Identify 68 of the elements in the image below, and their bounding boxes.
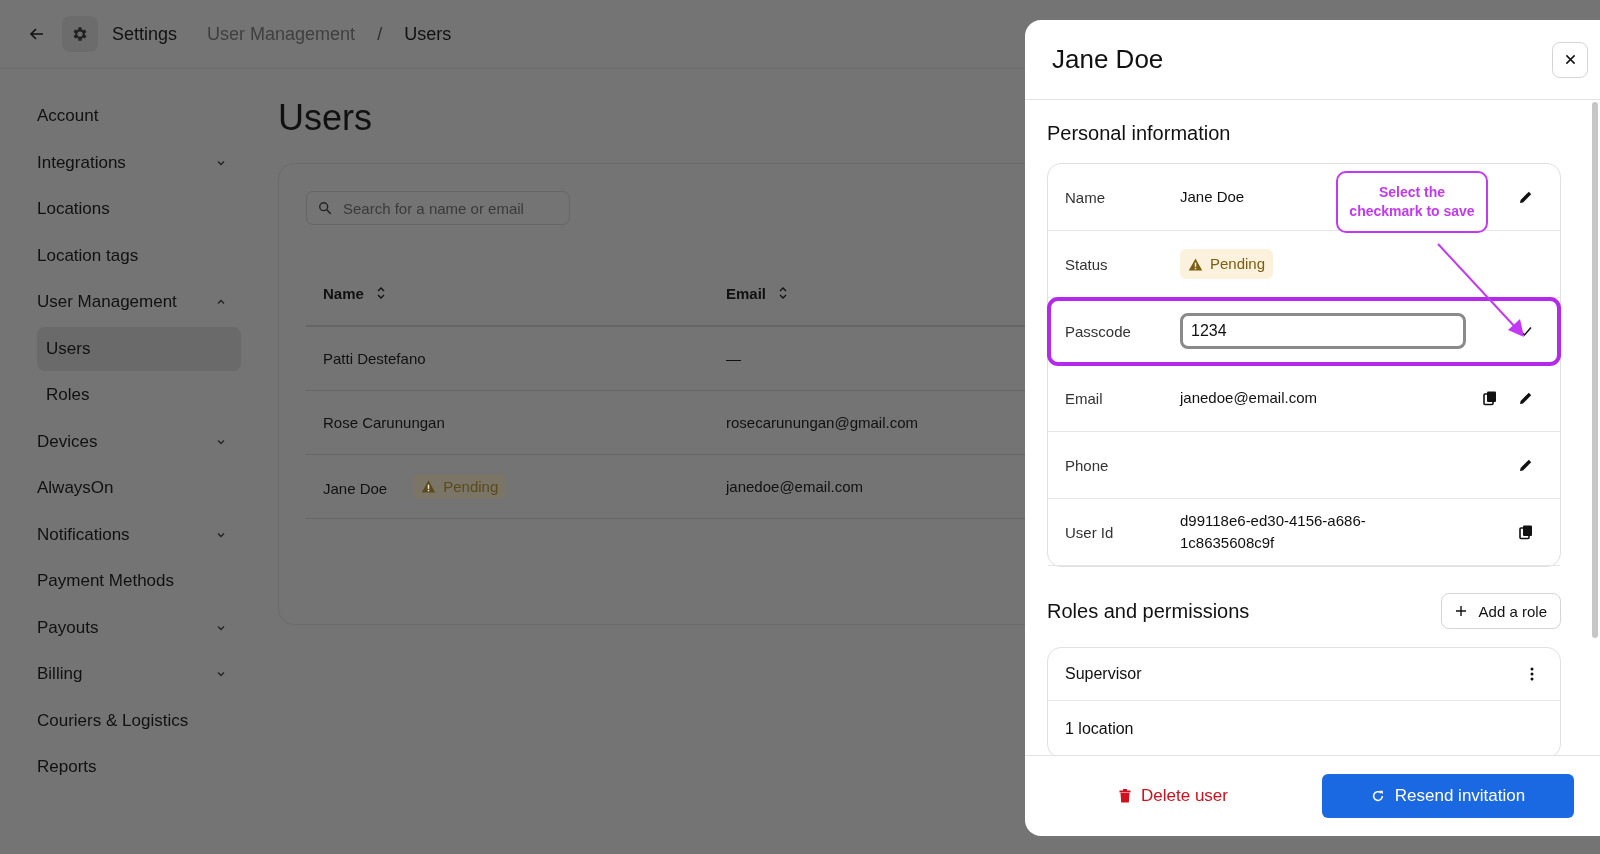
- close-button[interactable]: [1552, 41, 1588, 78]
- callout-note: Select the checkmark to save: [1336, 171, 1488, 233]
- table-cell: Patti Destefano: [323, 350, 426, 367]
- search-field[interactable]: Search for a name or email: [306, 191, 570, 225]
- refresh-icon: [1370, 789, 1385, 803]
- sidebar-item[interactable]: Payment Methods: [37, 558, 241, 605]
- sidebar-subitem[interactable]: Roles: [37, 373, 241, 417]
- table-cell: rosecarunungan@gmail.com: [726, 414, 918, 431]
- status-badge: Pending: [1180, 249, 1274, 279]
- sidebar-item[interactable]: AlwaysOn: [37, 465, 241, 512]
- sidebar-item[interactable]: Account: [37, 93, 241, 140]
- sidebar-item[interactable]: Notifications: [37, 511, 241, 558]
- role-detail: 1 location: [1065, 720, 1134, 738]
- pencil-icon[interactable]: [1518, 390, 1534, 406]
- breadcrumb-item: Users: [404, 23, 452, 45]
- add-role-button[interactable]: Add a role: [1440, 593, 1561, 629]
- sidebar-item[interactable]: Location tags: [37, 232, 241, 279]
- pencil-icon[interactable]: [1518, 457, 1534, 473]
- passcode-field[interactable]: 1234: [1180, 313, 1466, 349]
- field-label: User Id: [1065, 523, 1115, 541]
- scrollbar[interactable]: [1592, 102, 1598, 638]
- copy-icon[interactable]: [1518, 524, 1534, 540]
- plus-icon: [1454, 605, 1467, 617]
- field-label: Email: [1065, 389, 1104, 407]
- pencil-icon[interactable]: [1518, 189, 1534, 205]
- field-value: Jane Doe: [1180, 188, 1245, 206]
- sidebar-item[interactable]: Integrations: [37, 139, 241, 186]
- settings-title: Settings: [112, 23, 178, 45]
- more-icon[interactable]: [1530, 667, 1534, 681]
- section-heading: Roles and permissions: [1047, 599, 1250, 623]
- section-heading: Personal information: [1047, 122, 1232, 145]
- sidebar-item[interactable]: Billing: [37, 651, 241, 698]
- table-cell: janedoe@email.com: [726, 478, 863, 495]
- table-cell: Jane Doe: [323, 480, 388, 497]
- sidebar-item[interactable]: Payouts: [37, 604, 241, 651]
- role-title: Supervisor: [1065, 665, 1142, 683]
- table-cell: —: [726, 350, 741, 367]
- sidebar-subitem[interactable]: Users: [37, 326, 241, 371]
- sidebar-item[interactable]: Reports: [37, 744, 241, 791]
- column-header[interactable]: Name: [323, 284, 364, 302]
- table-cell: Rose Carunungan: [323, 414, 445, 431]
- trash-icon: [1119, 789, 1132, 803]
- warning-icon: [421, 479, 437, 494]
- sort-icon[interactable]: [778, 286, 789, 300]
- sidebar-item[interactable]: Couriers & Logistics: [37, 697, 241, 744]
- column-header[interactable]: Email: [726, 284, 767, 302]
- drawer-title: Jane Doe: [1052, 44, 1164, 75]
- settings-button[interactable]: [62, 16, 98, 52]
- field-value: d99118e6-ed30-4156-a686-1c8635608c9f: [1180, 511, 1367, 553]
- sidebar-item[interactable]: User Management: [37, 279, 241, 326]
- settings-icon: [71, 25, 89, 43]
- search-icon: [318, 201, 332, 215]
- breadcrumb-separator: /: [377, 23, 383, 45]
- page-title: Users: [278, 97, 372, 139]
- delete-user-button[interactable]: Delete user: [1025, 785, 1322, 807]
- close-icon: [1564, 54, 1576, 65]
- field-label: Name: [1065, 188, 1106, 206]
- sort-icon[interactable]: [375, 286, 386, 300]
- resend-invitation-button[interactable]: Resend invitation: [1322, 774, 1574, 818]
- copy-icon[interactable]: [1482, 390, 1498, 406]
- warning-icon: [1188, 256, 1203, 272]
- sidebar-item[interactable]: Locations: [37, 186, 241, 233]
- sidebar-item[interactable]: Devices: [37, 418, 241, 465]
- status-badge: Pending: [413, 474, 507, 499]
- field-label: Status: [1065, 255, 1109, 273]
- field-label: Phone: [1065, 456, 1110, 474]
- field-label: Passcode: [1065, 322, 1132, 340]
- field-value: janedoe@email.com: [1180, 389, 1317, 407]
